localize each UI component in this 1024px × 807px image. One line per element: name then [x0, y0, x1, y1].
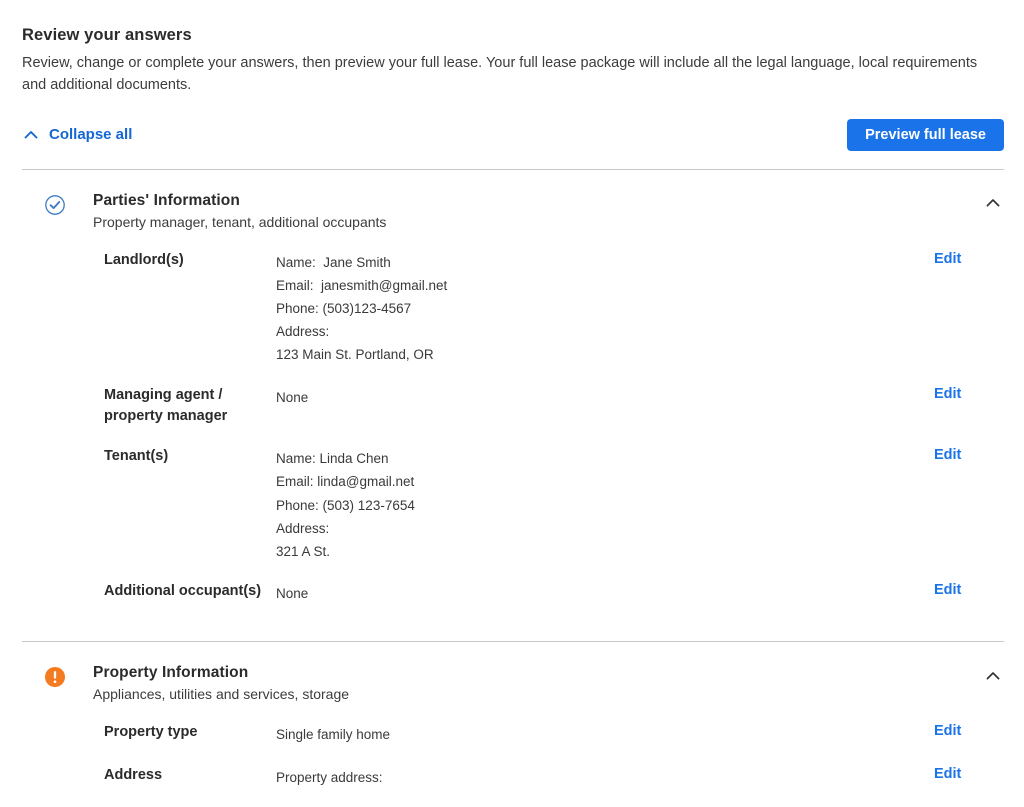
answer-edit-cell: Edit: [912, 765, 1004, 783]
answer-label: Property type: [104, 724, 198, 741]
answer-label: Managing agent / property manager: [104, 386, 228, 425]
answer-value: None: [276, 385, 912, 409]
answer-value-line: Email: janesmith@gmail.net: [276, 277, 448, 293]
answer-value-line: Email: linda@gmail.net: [276, 474, 415, 490]
answer-value-line: 321 A St.: [276, 543, 331, 559]
section-subtitle: Property manager, tenant, additional occ…: [93, 213, 387, 230]
page-description: Review, change or complete your answers,…: [22, 55, 978, 93]
section-title: Property Information: [93, 664, 249, 682]
section-header[interactable]: Property Information Appliances, utilitie…: [22, 642, 1004, 702]
answer-value: Property address:: [276, 765, 912, 789]
edit-link[interactable]: Edit: [934, 447, 961, 463]
section-title: Parties' Information: [93, 191, 240, 209]
answer-edit-cell: Edit: [912, 385, 1004, 403]
answer-value-line: 123 Main St. Portland, OR: [276, 347, 434, 363]
answer-value-line: None: [276, 586, 309, 602]
review-answers-page: Review your answers Review, change or co…: [0, 0, 1024, 804]
sections-container: Parties' Information Property manager, te…: [0, 170, 1024, 807]
section-header[interactable]: Parties' Information Property manager, te…: [22, 170, 1004, 230]
intro-block: Review your answers Review, change or co…: [0, 0, 1024, 97]
chevron-up-icon: [983, 666, 1003, 689]
section-titles: Property Information Appliances, utilitie…: [93, 664, 982, 702]
page-title: Review your answers: [22, 26, 192, 44]
answer-value-line: Name: Linda Chen: [276, 451, 389, 467]
section-collapse-toggle[interactable]: [982, 194, 1004, 216]
answer-value: None: [276, 581, 912, 605]
preview-full-lease-button[interactable]: Preview full lease: [847, 118, 1004, 151]
answer-row: Additional occupant(s) None Edit: [22, 581, 1004, 623]
action-row: Collapse all Preview full lease: [0, 97, 1024, 151]
answer-value: Name: Jane Smith Email: janesmith@gmail.n…: [276, 250, 912, 367]
edit-link[interactable]: Edit: [934, 386, 961, 402]
section-collapse-toggle[interactable]: [982, 666, 1004, 688]
answer-edit-cell: Edit: [912, 722, 1004, 740]
answer-label: Address: [104, 766, 163, 783]
answer-value-line: Phone: (503) 123-7654: [276, 497, 415, 513]
edit-link[interactable]: Edit: [934, 582, 961, 598]
answer-row: Landlord(s) Name: Jane Smith Email: janesm…: [22, 250, 1004, 385]
answer-edit-cell: Edit: [912, 581, 1004, 599]
answer-label: Additional occupant(s): [104, 583, 262, 600]
exclamation-circle-icon: [44, 666, 66, 688]
answer-value: Name: Linda Chen Email: linda@gmail.net Ph…: [276, 446, 912, 563]
section-titles: Parties' Information Property manager, te…: [93, 192, 982, 230]
edit-link[interactable]: Edit: [934, 251, 961, 267]
section-subtitle: Appliances, utilities and services, stor…: [93, 686, 350, 703]
answer-value: Single family home: [276, 722, 912, 746]
section-property-information: Property Information Appliances, utilitie…: [0, 642, 1024, 806]
answer-value-line: Phone: (503)123-4567: [276, 300, 412, 316]
answer-row: Address Property address: Edit: [22, 765, 1004, 807]
answer-value-line: Name: Jane Smith: [276, 254, 391, 270]
answer-row: Property type Single family home Edit: [22, 722, 1004, 764]
section-rows: Landlord(s) Name: Jane Smith Email: janesm…: [22, 250, 1004, 624]
chevron-up-icon: [22, 126, 40, 144]
section-parties-information: Parties' Information Property manager, te…: [0, 170, 1024, 624]
collapse-all-label: Collapse all: [49, 126, 133, 143]
edit-link[interactable]: Edit: [934, 766, 961, 782]
answer-label: Tenant(s): [104, 448, 169, 465]
answer-row: Managing agent / property manager None Edi…: [22, 385, 1004, 447]
check-circle-icon: [44, 194, 66, 216]
answer-value-line: None: [276, 389, 309, 405]
answer-label: Landlord(s): [104, 251, 184, 268]
answer-value-line: Address:: [276, 324, 330, 340]
edit-link[interactable]: Edit: [934, 723, 961, 739]
answer-edit-cell: Edit: [912, 250, 1004, 268]
chevron-up-icon: [983, 193, 1003, 216]
answer-value-line: Property address:: [276, 769, 383, 785]
answer-edit-cell: Edit: [912, 446, 1004, 464]
answer-value-line: Address:: [276, 520, 330, 536]
collapse-all-button[interactable]: Collapse all: [22, 126, 132, 144]
answer-value-line: Single family home: [276, 727, 391, 743]
answer-row: Tenant(s) Name: Linda Chen Email: linda@gm…: [22, 446, 1004, 581]
section-rows: Property type Single family home Edit Addre…: [22, 722, 1004, 806]
